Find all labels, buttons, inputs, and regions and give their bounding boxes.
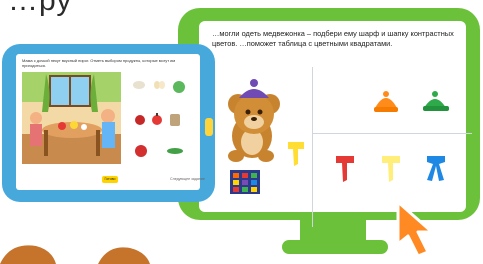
decorative-characters: [0, 245, 150, 264]
eggs-icon[interactable]: [152, 78, 166, 90]
grid-divider-horizontal: [312, 133, 472, 134]
apple-icon[interactable]: [150, 112, 164, 126]
green-cap-icon[interactable]: [420, 90, 450, 114]
color-table-icon: [230, 170, 260, 194]
heading-fragment: …ру: [0, 0, 210, 22]
orange-hat-icon[interactable]: [372, 90, 400, 114]
cursor-arrow-icon: [396, 200, 434, 258]
flour-bowl-icon[interactable]: [132, 78, 146, 90]
kitchen-illustration: [22, 72, 121, 164]
yellow-scarf-icon[interactable]: [286, 140, 308, 168]
blue-scarf-icon[interactable]: [424, 154, 448, 184]
monitor-task-text: …могли одеть медвежонка – подбери ему ша…: [212, 29, 454, 48]
flour-bag-icon[interactable]: [168, 110, 182, 128]
monitor-base: [282, 240, 388, 254]
next-task-link[interactable]: Следующее задание: [170, 177, 205, 181]
tablet-task-text: Мама с дочкой пекут вкусный пирог. Отмет…: [22, 58, 176, 69]
light-yellow-scarf-icon[interactable]: [380, 154, 404, 184]
heading-fragment-text: …ру: [8, 0, 73, 17]
cucumber-icon[interactable]: [166, 146, 184, 156]
red-scarf-icon[interactable]: [334, 154, 358, 184]
berry-icon[interactable]: [134, 112, 146, 126]
cabbage-icon[interactable]: [172, 80, 186, 94]
tablet-home-button[interactable]: [205, 118, 213, 136]
done-button[interactable]: Готово: [102, 176, 118, 183]
pomegranate-icon[interactable]: [134, 142, 148, 158]
